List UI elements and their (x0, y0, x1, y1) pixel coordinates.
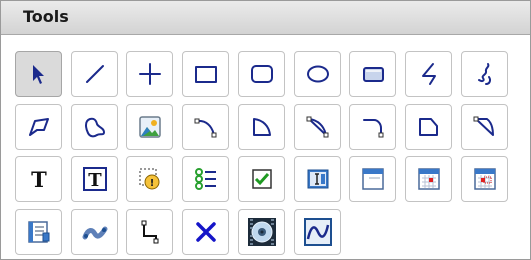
checkbox-icon (251, 169, 272, 189)
image-icon (138, 116, 161, 138)
chord-tool-button[interactable] (238, 104, 285, 150)
zigzag-line-tool-button[interactable] (405, 51, 452, 97)
checkbox-tool-button[interactable] (238, 156, 285, 202)
report-tool-button[interactable] (15, 209, 62, 255)
numeric-input-icon (307, 169, 328, 189)
arc-corner-tool-button[interactable] (349, 104, 396, 150)
delete-tool-button[interactable] (182, 209, 229, 255)
media-icon (247, 218, 276, 246)
line-icon (85, 65, 104, 83)
numeric-input-tool-button[interactable] (294, 156, 341, 202)
pointer-tool-button[interactable] (15, 51, 62, 97)
polygon-tool-button[interactable] (15, 104, 62, 150)
tools-panel: Tools T T! (0, 0, 531, 260)
calendar-highlight-tool-button[interactable] (461, 156, 508, 202)
panel-header: Tools (1, 1, 530, 35)
svg-text:T: T (31, 167, 47, 192)
chord-icon (252, 118, 271, 136)
ellipse-tool-button[interactable] (294, 51, 341, 97)
alarm-object-tool-button[interactable]: ! (126, 156, 173, 202)
calendar-tool-button[interactable] (405, 156, 452, 202)
arc-corner-icon (362, 119, 383, 138)
shaded-rectangle-icon (362, 67, 384, 82)
image-tool-button[interactable] (126, 104, 173, 150)
trend-icon (82, 226, 107, 240)
delete-x-icon (195, 222, 216, 242)
pie-icon (306, 116, 328, 138)
text-icon: T (31, 167, 47, 192)
text-box-tool-button[interactable]: T (71, 156, 118, 202)
chord-corner-icon (418, 118, 438, 136)
window-tool-button[interactable] (349, 156, 396, 202)
chord-corner-tool-button[interactable] (405, 104, 452, 150)
closed-curve-icon (84, 117, 105, 138)
list-icon (194, 168, 216, 190)
connector-tool-button[interactable] (126, 209, 173, 255)
crosshair-tool-button[interactable] (126, 51, 173, 97)
rounded-rectangle-icon (250, 65, 273, 83)
freehand-tool-button[interactable] (461, 51, 508, 97)
svg-text:!: ! (149, 178, 154, 189)
polygon-icon (28, 118, 49, 136)
calendar-icon (417, 168, 440, 190)
rounded-rectangle-tool-button[interactable] (238, 51, 285, 97)
ellipse-icon (306, 65, 329, 83)
connector-icon (141, 220, 158, 244)
arc-icon (194, 118, 216, 138)
alarm-icon: ! (139, 168, 159, 190)
rectangle-tool-button[interactable] (182, 51, 229, 97)
shaded-rectangle-tool-button[interactable] (349, 51, 396, 97)
line-tool-button[interactable] (71, 51, 118, 97)
list-tool-button[interactable] (182, 156, 229, 202)
media-player-tool-button[interactable] (238, 209, 285, 255)
text-tool-button[interactable]: T (15, 156, 62, 202)
pie-tool-button[interactable] (294, 104, 341, 150)
panel-title: Tools (23, 7, 69, 26)
pointer-icon (32, 65, 44, 84)
plus-icon (138, 63, 161, 85)
trend-chart-tool-button[interactable] (294, 209, 341, 255)
trend-pen-tool-button[interactable] (71, 209, 118, 255)
freehand-icon (477, 63, 491, 85)
closed-curve-tool-button[interactable] (71, 104, 118, 150)
report-icon (27, 221, 49, 243)
calendar-highlight-icon (473, 168, 496, 190)
rectangle-icon (194, 66, 217, 83)
trend-chart-icon (303, 218, 332, 246)
zigzag-icon (421, 63, 436, 85)
svg-text:T: T (88, 170, 102, 191)
window-icon (361, 168, 384, 190)
pie-corner-tool-button[interactable] (461, 104, 508, 150)
arc-tool-button[interactable] (182, 104, 229, 150)
tool-grid: T T! (15, 51, 515, 256)
text-box-icon: T (82, 167, 107, 191)
pie-corner-icon (473, 116, 494, 136)
